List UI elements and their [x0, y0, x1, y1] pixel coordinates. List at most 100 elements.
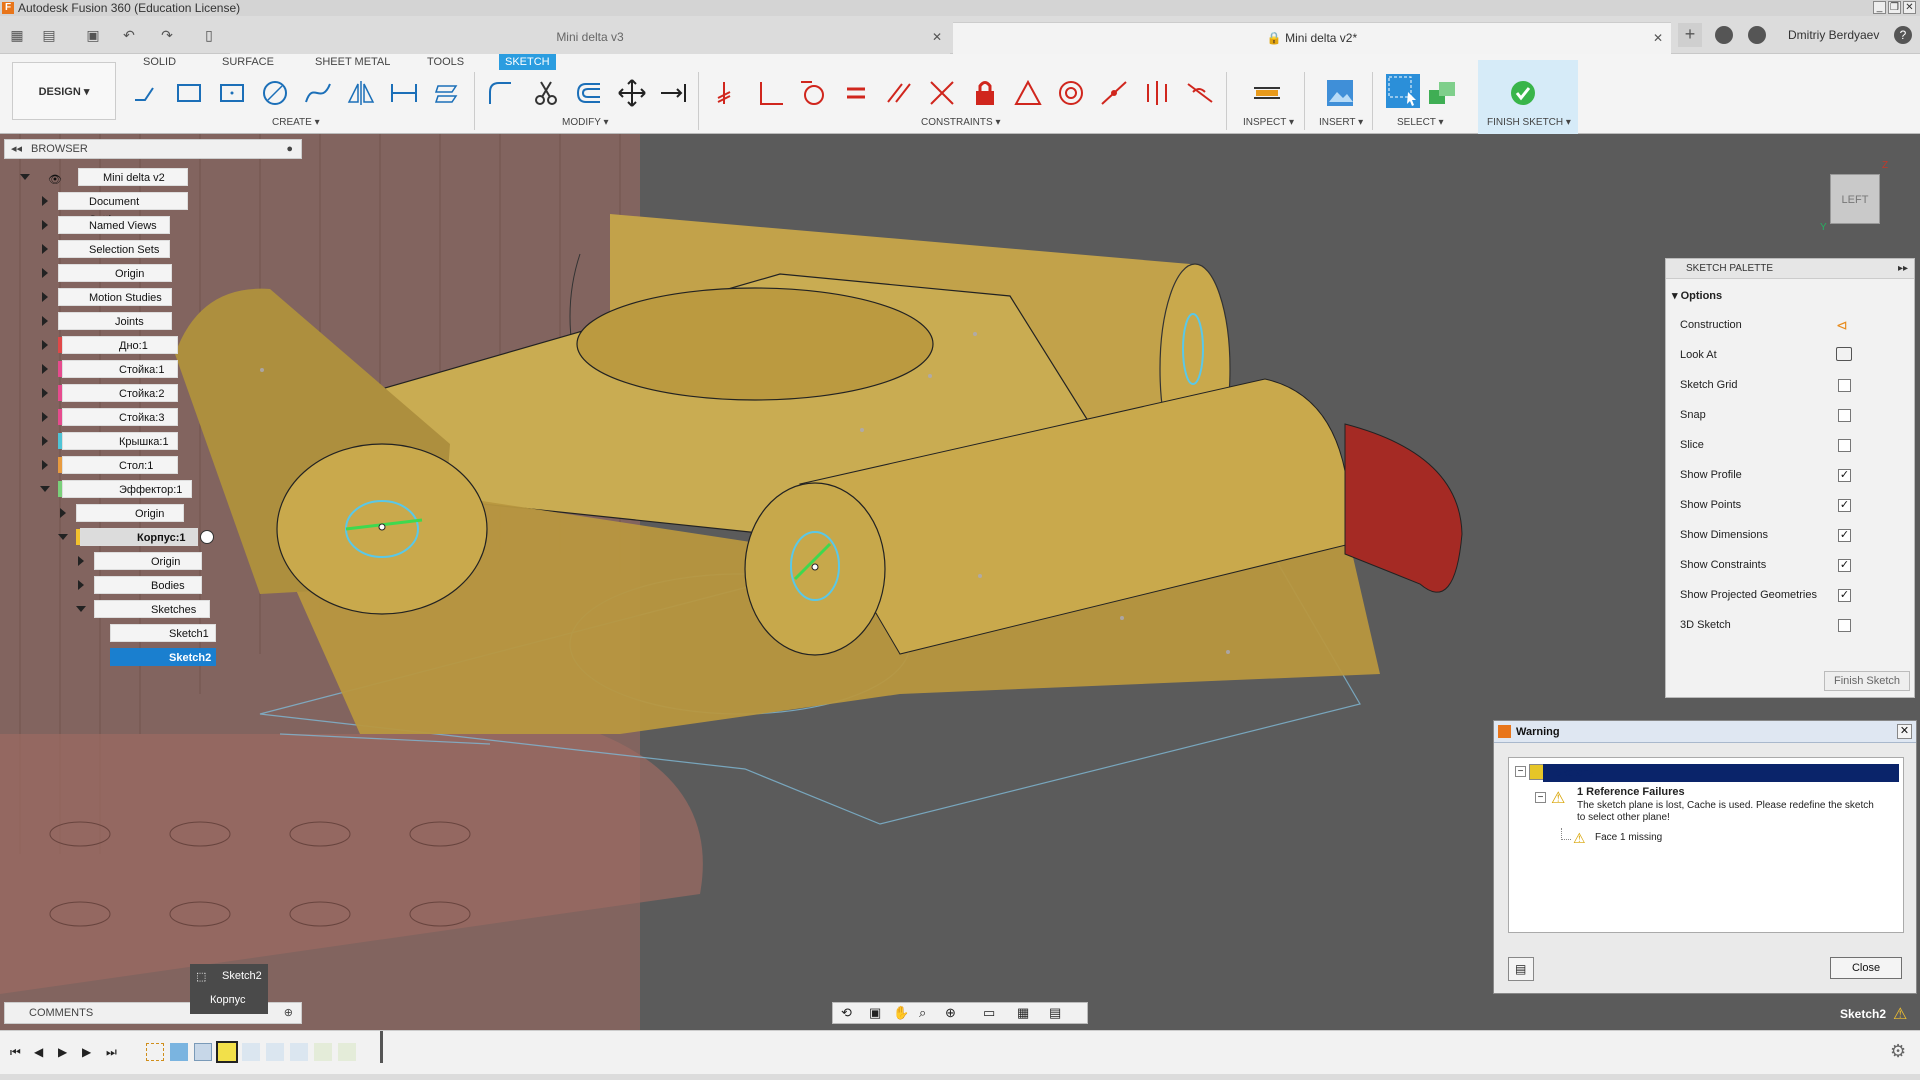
- constraints-menu[interactable]: CONSTRAINTS ▾: [921, 117, 1000, 128]
- tangent-icon[interactable]: [798, 78, 828, 108]
- equal-icon[interactable]: [841, 78, 871, 108]
- perpendicular-icon[interactable]: [755, 78, 785, 108]
- expand-icon[interactable]: [42, 244, 48, 254]
- construction-icon[interactable]: ⊲: [1836, 317, 1848, 334]
- trim-icon[interactable]: [531, 78, 561, 108]
- eye-icon[interactable]: 👁: [48, 171, 62, 186]
- show-profile-checkbox[interactable]: ✓: [1838, 469, 1851, 482]
- finish-sketch-menu[interactable]: FINISH SKETCH ▾: [1487, 117, 1571, 128]
- tree-label[interactable]: Named Views: [58, 216, 170, 234]
- look-at-icon[interactable]: [1836, 347, 1852, 361]
- activate-radio-icon[interactable]: [200, 530, 214, 544]
- sub-item[interactable]: Face 1 missing: [1595, 832, 1662, 843]
- move-icon[interactable]: [617, 78, 647, 108]
- tab-sketch[interactable]: SKETCH: [499, 54, 556, 70]
- coincident-icon[interactable]: [712, 78, 742, 108]
- close-window-icon[interactable]: ✕: [1903, 1, 1916, 14]
- timeline-next-icon[interactable]: ▶: [82, 1045, 96, 1059]
- tree-label[interactable]: Selection Sets: [58, 240, 170, 258]
- app-grid-icon[interactable]: ▦: [6, 24, 28, 46]
- notifications-icon[interactable]: [1748, 26, 1766, 44]
- close-dialog-icon[interactable]: ✕: [1897, 724, 1912, 739]
- minimize-icon[interactable]: _: [1873, 1, 1886, 14]
- tab-mini-delta-v2[interactable]: 🔒 Mini delta v2* ✕: [953, 22, 1671, 54]
- browser-pin-icon[interactable]: ●: [286, 140, 293, 158]
- insert-menu[interactable]: INSERT ▾: [1319, 117, 1363, 128]
- mirror-icon[interactable]: [346, 78, 376, 108]
- expand-palette-icon[interactable]: ▸▸: [1898, 259, 1908, 279]
- tree-label[interactable]: Sketch1: [110, 624, 216, 642]
- user-name[interactable]: Dmitriy Berdyaev: [1788, 28, 1879, 42]
- concentric-icon[interactable]: [1056, 78, 1086, 108]
- line-icon[interactable]: [131, 78, 161, 108]
- warning-status-icon[interactable]: ⚠: [1893, 1004, 1907, 1024]
- tab-sheet-metal[interactable]: SHEET METAL: [309, 54, 396, 70]
- show-points-checkbox[interactable]: ✓: [1838, 499, 1851, 512]
- collapse-icon[interactable]: [40, 486, 50, 492]
- measure-icon[interactable]: [1252, 78, 1282, 108]
- create-menu[interactable]: CREATE ▾: [272, 117, 320, 128]
- 3d-sketch-checkbox[interactable]: [1838, 619, 1851, 632]
- sketch-dimension-icon[interactable]: [389, 78, 419, 108]
- expand-icon[interactable]: [42, 460, 48, 470]
- tree-label[interactable]: Дно:1: [62, 336, 178, 354]
- timeline-sketch-icon[interactable]: [146, 1043, 164, 1061]
- show-constraints-checkbox[interactable]: ✓: [1838, 559, 1851, 572]
- tab-solid[interactable]: SOLID: [137, 54, 182, 70]
- timeline-suppressed-icon[interactable]: [266, 1043, 284, 1061]
- spline-icon[interactable]: [303, 78, 333, 108]
- workspace-switcher[interactable]: DESIGN ▾: [12, 62, 116, 120]
- new-tab-button[interactable]: +: [1678, 23, 1702, 47]
- parallel-icon[interactable]: [884, 78, 914, 108]
- finish-sketch-button[interactable]: Finish Sketch: [1824, 671, 1910, 691]
- expand-icon[interactable]: [42, 292, 48, 302]
- modify-menu[interactable]: MODIFY ▾: [562, 117, 609, 128]
- expand-icon[interactable]: [42, 268, 48, 278]
- tree-label[interactable]: Origin: [94, 552, 202, 570]
- warning-selected-item[interactable]: Sketch2: [1543, 764, 1899, 782]
- viewcube[interactable]: LEFT Z Y: [1820, 160, 1890, 233]
- file-menu-icon[interactable]: ▤: [38, 24, 60, 46]
- expand-icon[interactable]: [78, 580, 84, 590]
- fillet-icon[interactable]: [485, 78, 515, 108]
- perpendicular-x-icon[interactable]: [927, 78, 957, 108]
- collapse-icon[interactable]: [20, 174, 30, 180]
- zoom-icon[interactable]: ⌕: [919, 1005, 926, 1021]
- history-icon[interactable]: ▯: [198, 24, 220, 46]
- close-button[interactable]: Close: [1830, 957, 1902, 979]
- browser-header[interactable]: ◂◂ BROWSER ●: [4, 139, 302, 159]
- expand-icon[interactable]: [78, 556, 84, 566]
- tree-label[interactable]: Motion Studies: [58, 288, 172, 306]
- insert-image-icon[interactable]: [1325, 78, 1355, 108]
- collapse-icon[interactable]: −: [1515, 766, 1526, 777]
- expand-icon[interactable]: [42, 412, 48, 422]
- tree-label[interactable]: Document Settings: [58, 192, 188, 226]
- pan-icon[interactable]: ✋: [893, 1005, 909, 1021]
- timeline-suppressed-icon[interactable]: [290, 1043, 308, 1061]
- grid-settings-icon[interactable]: ▦: [1017, 1005, 1029, 1021]
- curvature-icon[interactable]: [1185, 78, 1215, 108]
- copy-to-clipboard-button[interactable]: ▤: [1508, 957, 1534, 981]
- job-status-icon[interactable]: [1715, 26, 1733, 44]
- viewcube-face[interactable]: LEFT: [1830, 174, 1880, 224]
- slice-checkbox[interactable]: [1838, 439, 1851, 452]
- tab-mini-delta-v3[interactable]: Mini delta v3 ✕: [230, 22, 950, 54]
- fit-icon[interactable]: ⊕: [945, 1005, 956, 1021]
- tree-label[interactable]: Sketches: [94, 600, 210, 618]
- timeline-suppressed-icon[interactable]: [242, 1043, 260, 1061]
- orbit-icon[interactable]: ⟲: [841, 1005, 852, 1021]
- close-tab-icon[interactable]: ✕: [932, 22, 942, 52]
- select-menu[interactable]: SELECT ▾: [1397, 117, 1444, 128]
- symmetry-icon[interactable]: [1142, 78, 1172, 108]
- expand-icon[interactable]: [42, 436, 48, 446]
- viewports-icon[interactable]: ▤: [1049, 1005, 1061, 1021]
- timeline-suppressed-icon[interactable]: [338, 1043, 356, 1061]
- collinear-icon[interactable]: [1099, 78, 1129, 108]
- timeline-settings-gear-icon[interactable]: ⚙: [1890, 1041, 1906, 1062]
- expand-icon[interactable]: [42, 340, 48, 350]
- tree-label[interactable]: Стойка:1: [62, 360, 178, 378]
- look-at-icon[interactable]: ▣: [869, 1005, 881, 1021]
- tree-label[interactable]: Стойка:2: [62, 384, 178, 402]
- comments-add-icon[interactable]: ⊕: [284, 1003, 293, 1023]
- collapse-browser-icon[interactable]: ◂◂: [11, 140, 22, 158]
